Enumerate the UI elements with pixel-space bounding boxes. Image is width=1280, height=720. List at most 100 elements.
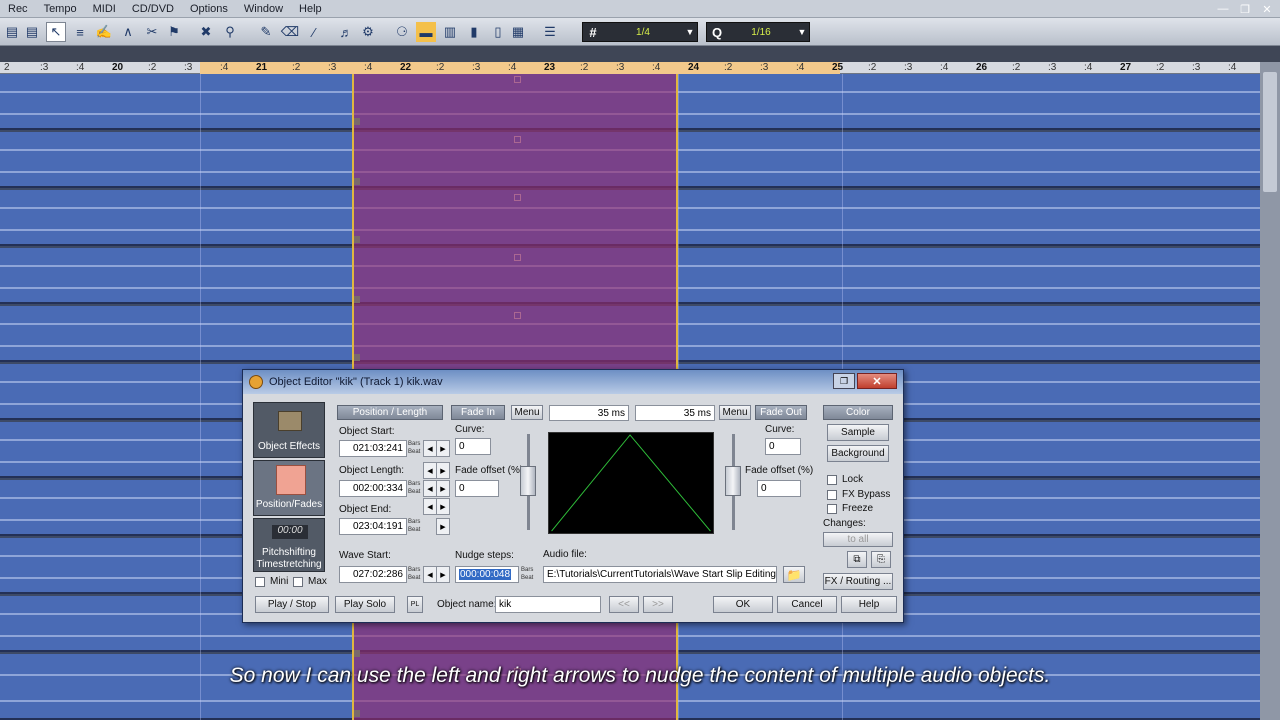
fade-in-curve-field[interactable]: 0 <box>455 438 491 455</box>
fade-out-ms-field[interactable]: 35 ms <box>635 405 715 421</box>
close-icon[interactable]: ✕ <box>1258 2 1276 16</box>
minimize-icon[interactable]: — <box>1214 2 1232 16</box>
restore-icon[interactable]: ❐ <box>1236 2 1254 16</box>
wave-start-label: Wave Start: <box>339 550 391 561</box>
fx-routing-button[interactable]: FX / Routing ... <box>823 573 893 590</box>
fade-curve-graph[interactable] <box>548 432 714 534</box>
object-start-dec[interactable]: ◀ <box>423 440 437 457</box>
object-length-dec[interactable]: ◀ <box>423 480 437 497</box>
object-end-field[interactable]: 023:04:191 <box>339 518 407 535</box>
speaker-icon[interactable]: ♬ <box>336 22 356 42</box>
fade-in-offset-field[interactable]: 0 <box>455 480 499 497</box>
eraser-icon[interactable]: ⌫ <box>280 22 300 42</box>
fade-in-header[interactable]: Fade In <box>451 405 505 420</box>
next-object-button[interactable]: >> <box>643 596 673 613</box>
snap-object-icon[interactable]: ▬ <box>416 22 436 42</box>
draw-tool-icon[interactable]: ✍ <box>94 22 114 42</box>
object-length-field[interactable]: 002:00:334 <box>339 480 407 497</box>
zoom-tool-icon[interactable]: ⚲ <box>220 22 240 42</box>
fade-in-menu-button[interactable]: Menu <box>511 405 543 420</box>
menu-tempo[interactable]: Tempo <box>36 0 85 18</box>
scrollbar-thumb[interactable] <box>1263 72 1277 192</box>
object-start-field[interactable]: 021:03:241 <box>339 440 407 457</box>
pl-button[interactable]: PL <box>407 596 423 613</box>
fade-out-slider-knob[interactable] <box>725 466 741 496</box>
menu-options[interactable]: Options <box>182 0 236 18</box>
help-button[interactable]: Help <box>841 596 897 613</box>
audio-file-field[interactable]: E:\Tutorials\CurrentTutorials\Wave Start… <box>543 566 777 583</box>
fade-in-slider-knob[interactable] <box>520 466 536 496</box>
lock-checkbox[interactable]: Lock <box>827 474 863 485</box>
position-length-header[interactable]: Position / Length <box>337 405 443 420</box>
play-solo-button[interactable]: Play Solo <box>335 596 395 613</box>
curve-tool-icon[interactable]: ∧ <box>118 22 138 42</box>
color-header[interactable]: Color <box>823 405 893 420</box>
timeline-ruler[interactable]: 2:3:4 20:2:3:4 21:2:3:4 22:2:3:4 23:2:3:4 24:… <box>0 62 1280 74</box>
quantize-select[interactable]: Q 1/16 ▼ <box>706 22 810 42</box>
ok-button[interactable]: OK <box>713 596 773 613</box>
fx-bypass-checkbox[interactable]: FX Bypass <box>827 489 890 500</box>
vertical-scrollbar[interactable] <box>1260 62 1280 720</box>
pencil-icon[interactable]: ✎ <box>256 22 276 42</box>
maximize-icon[interactable]: ❐ <box>833 373 855 389</box>
object-end-dec-top[interactable]: ◀ <box>423 498 437 515</box>
wave-start-inc[interactable]: ▶ <box>436 566 450 583</box>
menu-help[interactable]: Help <box>291 0 330 18</box>
object-effects-button[interactable]: Object Effects <box>253 402 325 458</box>
glue-tool-icon[interactable]: ⚑ <box>164 22 184 42</box>
fade-out-menu-button[interactable]: Menu <box>719 405 751 420</box>
copy-button[interactable]: ⧉ <box>847 551 867 568</box>
object-end-inc-top[interactable]: ▶ <box>436 498 450 515</box>
max-checkbox[interactable]: Max <box>293 576 327 587</box>
snap-grid-icon[interactable]: ▥ <box>440 22 460 42</box>
freeze-checkbox[interactable]: Freeze <box>827 503 873 514</box>
object-length-inc-top[interactable]: ▶ <box>436 462 450 479</box>
wave-start-dec[interactable]: ◀ <box>423 566 437 583</box>
fade-out-offset-field[interactable]: 0 <box>757 480 801 497</box>
object-name-field[interactable]: kik <box>495 596 601 613</box>
scissors-tool-icon[interactable]: ✂ <box>142 22 162 42</box>
pointer-tool-icon[interactable]: ↖ <box>46 22 66 42</box>
mixer-icon[interactable]: ☰ <box>540 22 560 42</box>
fade-in-ms-field[interactable]: 35 ms <box>549 405 629 421</box>
wave-start-field[interactable]: 027:02:286 <box>339 566 407 583</box>
line-tool-icon[interactable]: ∕ <box>304 22 324 42</box>
fade-out-curve-field[interactable]: 0 <box>765 438 801 455</box>
object-end-inc[interactable]: ▶ <box>436 518 450 535</box>
fade-out-header[interactable]: Fade Out <box>755 405 807 420</box>
menu-rec[interactable]: Rec <box>0 0 36 18</box>
browse-folder-button[interactable]: 📁 <box>783 566 805 583</box>
ruler-tick: :4 <box>1084 62 1093 73</box>
dialog-title: Object Editor "kik" (Track 1) kik.wav <box>269 376 443 388</box>
mini-checkbox[interactable]: Mini <box>255 576 288 587</box>
pitch-time-button[interactable]: 00:00 Pitchshifting Timestretching <box>253 518 325 572</box>
background-color-button[interactable]: Background <box>827 445 889 462</box>
close-icon[interactable]: ✕ <box>857 373 897 389</box>
solo-tool-icon[interactable]: ⚙ <box>358 22 378 42</box>
object-start-inc[interactable]: ▶ <box>436 440 450 457</box>
lock-icon[interactable]: ⚆ <box>392 22 412 42</box>
sample-color-button[interactable]: Sample <box>827 424 889 441</box>
toolbar-icon-1[interactable]: ▤ <box>2 22 22 42</box>
snap-end-icon[interactable]: ▦ <box>508 22 528 42</box>
to-all-button[interactable]: to all <box>823 532 893 547</box>
position-fades-button[interactable]: Position/Fades <box>253 460 325 516</box>
range-tool-icon[interactable]: ≡ <box>70 22 90 42</box>
ruler-tick: :3 <box>472 62 481 73</box>
menu-cd-dvd[interactable]: CD/DVD <box>124 0 182 18</box>
play-stop-button[interactable]: Play / Stop <box>255 596 329 613</box>
snap-range-icon[interactable]: ▯ <box>488 22 508 42</box>
object-length-inc[interactable]: ▶ <box>436 480 450 497</box>
nudge-steps-field[interactable]: 000:00:048 <box>455 566 519 583</box>
toolbar-icon-2[interactable]: ▤ <box>22 22 42 42</box>
grid-select[interactable]: # 1/4 ▼ <box>582 22 698 42</box>
paste-button[interactable]: ⎘ <box>871 551 891 568</box>
previous-object-button[interactable]: << <box>609 596 639 613</box>
object-length-dec-top[interactable]: ◀ <box>423 462 437 479</box>
mute-tool-icon[interactable]: ✖ <box>196 22 216 42</box>
snap-marker-icon[interactable]: ▮ <box>464 22 484 42</box>
menu-midi[interactable]: MIDI <box>85 0 124 18</box>
menu-window[interactable]: Window <box>236 0 291 18</box>
dialog-title-bar[interactable]: Object Editor "kik" (Track 1) kik.wav ❐ … <box>243 370 903 394</box>
cancel-button[interactable]: Cancel <box>777 596 837 613</box>
